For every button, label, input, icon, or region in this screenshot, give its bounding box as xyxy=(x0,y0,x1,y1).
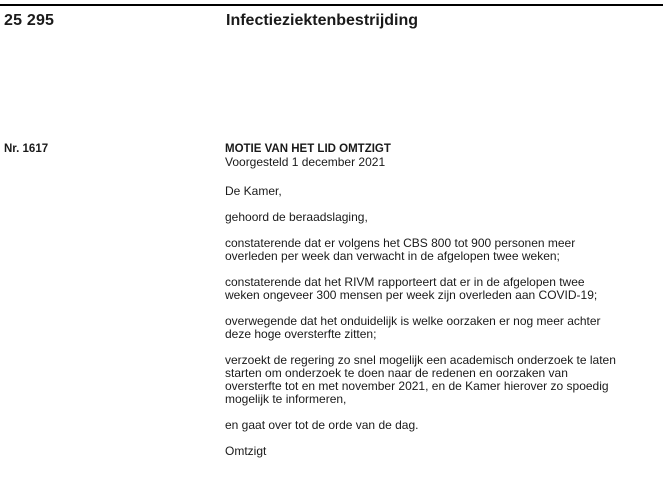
dossier-number: 25 295 xyxy=(4,12,55,29)
paragraph-line: overleden per week dan verwacht in de af… xyxy=(225,249,560,263)
motion-number: Nr. 1617 xyxy=(4,143,49,155)
motion-paragraph: De Kamer, xyxy=(225,185,655,198)
motion-paragraph: verzoekt de regering zo snel mogelijk ee… xyxy=(225,354,655,406)
dossier-title: Infectieziektenbestrijding xyxy=(226,12,419,29)
paragraph-line: deze hoge oversterfte zitten; xyxy=(225,327,377,341)
paragraph-line: mogelijk te informeren, xyxy=(225,392,347,406)
motion-paragraph: constaterende dat het RIVM rapporteert d… xyxy=(225,276,655,302)
motion-paragraph: Omtzigt xyxy=(225,445,655,458)
motion-body: MOTIE VAN HET LID OMTZIGT Voorgesteld 1 … xyxy=(225,143,655,471)
motion-date: Voorgesteld 1 december 2021 xyxy=(225,155,386,169)
motion-paragraphs: De Kamer, gehoord de beraadslaging, consta… xyxy=(225,185,655,458)
paragraph-line: Omtzigt xyxy=(225,444,267,458)
paragraph-line: weken ongeveer 300 mensen per week zijn … xyxy=(225,288,598,302)
motion-paragraph: constaterende dat er volgens het CBS 800… xyxy=(225,237,655,263)
paragraph-line: gehoord de beraadslaging, xyxy=(225,210,368,224)
motion-paragraph: en gaat over tot de orde van de dag. xyxy=(225,419,655,432)
paragraph-line: De Kamer, xyxy=(225,184,282,198)
paragraph-line: en gaat over tot de orde van de dag. xyxy=(225,418,419,432)
motion-paragraph: gehoord de beraadslaging, xyxy=(225,211,655,224)
header-rule xyxy=(0,4,663,6)
motion-paragraph: overwegende dat het onduidelijk is welke… xyxy=(225,315,655,341)
